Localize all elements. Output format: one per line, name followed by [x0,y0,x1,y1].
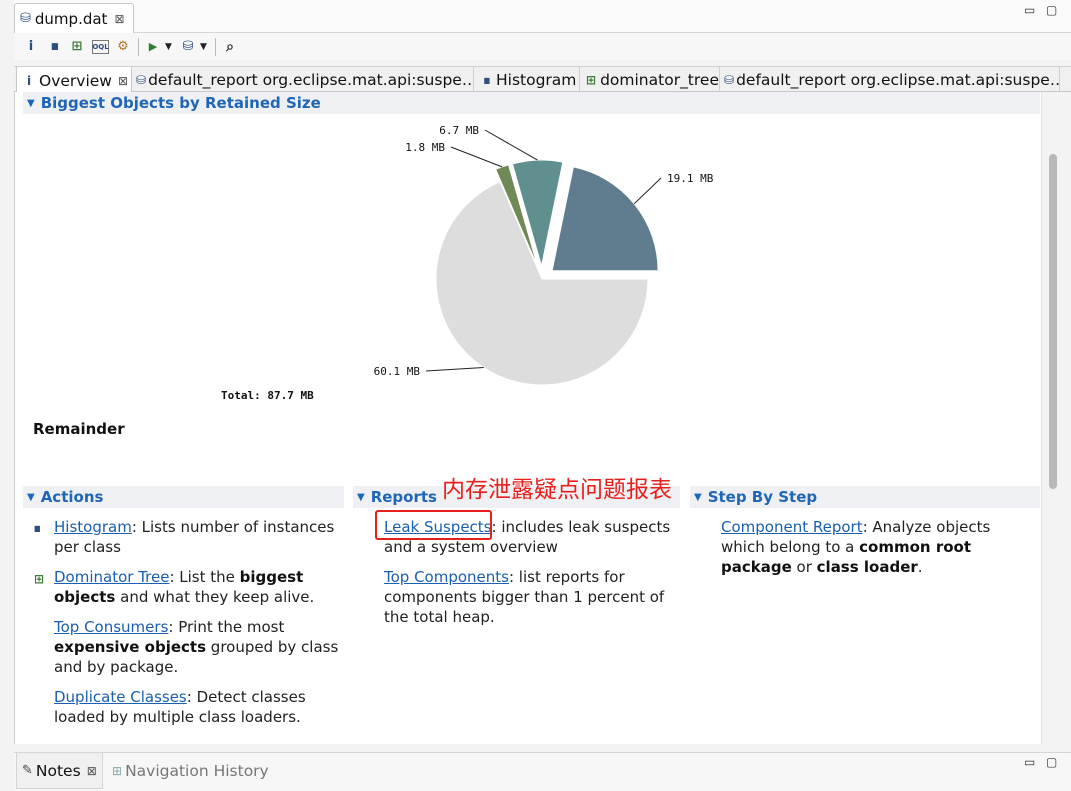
tab-default-report-2[interactable]: ⛁ default_report org.eclipse.mat.api:sus… [720,67,1060,93]
section-title: Biggest Objects by Retained Size [40,94,321,112]
report-icon: ⛁ [724,73,735,87]
bottom-panel: ✎ Notes ⊠ ⊞ Navigation History ▭ ▢ [14,752,1071,791]
step-description: or [791,558,817,576]
scrollbar-thumb[interactable] [1049,154,1057,489]
editor-tab-bar: ⛁ dump.dat ⊠ ▭ ▢ [14,0,1071,33]
eclipse-mat-window: ⛁ dump.dat ⊠ ▭ ▢ i ▮▮ ⊞ OQL ⚙ ▶ ▼ ⛁ ▼ ⌕ … [0,0,1071,791]
tab-label: Navigation History [125,762,269,780]
action-dominator-tree: ⊞ Dominator Tree: List the biggest objec… [34,567,344,607]
pie-leader-line [425,367,484,372]
step-emphasis: class loader [816,558,918,576]
pie-slice-label: 6.7 MB [439,124,479,137]
step-description: . [917,558,923,576]
action-emphasis: expensive objects [54,638,207,656]
pie-total-label: Total: 87.7 MB [221,389,314,402]
report-top-components: Top Components: list reports for compone… [384,567,674,627]
retained-size-pie-chart: 19.1 MB 6.7 MB 1.8 MB 60.1 MB [374,124,714,386]
duplicate-classes-link[interactable]: Duplicate Classes [54,688,187,706]
query-browser-dropdown[interactable]: ▼ [200,42,212,52]
histogram-icon: ▮▮ [34,524,41,533]
section-title: Actions [40,488,104,506]
search-icon[interactable]: ⌕ [219,36,241,58]
annotation-label: 内存泄露疑点问题报表 [442,477,672,503]
actions-list: ▮▮ Histogram: Lists number of instances … [34,517,344,737]
histogram-link[interactable]: Histogram [54,518,132,536]
collapse-triangle-icon: ▼ [694,491,702,503]
dominator-tree-icon: ⊞ [586,73,597,87]
remainder-label: Remainder [33,420,125,438]
editor-tab-dump-dat[interactable]: ⛁ dump.dat ⊠ [14,3,134,33]
step-by-step-list: Component Report: Analyze objects which … [721,517,1037,587]
run-report-dropdown[interactable]: ▼ [165,42,177,52]
action-description: : List the [169,568,240,586]
overview-content: ▼ Biggest Objects by Retained Size 19.1 … [14,92,1041,744]
close-icon[interactable]: ⊠ [114,12,124,26]
editor-toolbar: i ▮▮ ⊞ OQL ⚙ ▶ ▼ ⛁ ▼ ⌕ [14,33,1071,60]
tab-label: Notes [35,761,81,780]
minimize-button[interactable]: ▭ [1024,755,1035,769]
pie-leader-line [450,146,503,168]
tab-dominator-tree[interactable]: ⊞ dominator_tree [580,67,720,93]
tab-navigation-history[interactable]: ⊞ Navigation History [112,753,269,789]
maximize-button[interactable]: ▢ [1046,755,1057,769]
oql-icon[interactable]: OQL [92,39,109,54]
pie-slice-label: 1.8 MB [405,141,445,154]
collapse-triangle-icon: ▼ [27,97,35,109]
action-description: and what they keep alive. [115,588,315,606]
editor-tab-title: dump.dat [34,9,108,28]
action-histogram: ▮▮ Histogram: Lists number of instances … [34,517,344,557]
report-icon: ⛁ [136,73,147,87]
collapse-triangle-icon: ▼ [357,491,365,503]
tab-histogram[interactable]: ▮▮ Histogram [474,67,580,93]
pie-slice[interactable] [551,166,659,272]
toolbar-separator [138,37,139,56]
pie-slice-label: 19.1 MB [667,172,714,185]
tab-default-report-1[interactable]: ⛁ default_report org.eclipse.mat.api:sus… [132,67,474,93]
close-icon[interactable]: ⊠ [118,74,128,88]
run-report-icon[interactable]: ▶ [142,36,164,58]
section-step-by-step-header[interactable]: ▼ Step By Step [690,486,1040,508]
action-top-consumers: Top Consumers: Print the most expensive … [54,617,344,677]
step-component-report: Component Report: Analyze objects which … [721,517,1037,577]
tab-notes[interactable]: ✎ Notes ⊠ [16,753,103,789]
notes-icon: ✎ [22,763,33,778]
tab-label: default_report org.eclipse.mat.api:suspe… [148,71,474,89]
action-description: : Print the most [168,618,285,636]
section-title: Reports [370,488,437,506]
collapse-triangle-icon: ▼ [27,491,35,503]
histogram-icon[interactable]: ▮▮ [43,36,65,58]
pie-leader-line [484,129,538,161]
annotation-highlight-box [375,510,492,540]
histogram-icon: ▮▮ [483,75,491,85]
info-icon[interactable]: i [20,36,42,58]
dominator-tree-icon[interactable]: ⊞ [66,36,88,58]
top-components-link[interactable]: Top Components [384,568,509,586]
database-icon: ⛁ [20,11,31,26]
tab-label: default_report org.eclipse.mat.api:suspe… [736,71,1060,89]
info-icon: i [26,73,32,88]
tab-overview[interactable]: i Overview ⊠ [16,67,132,94]
dominator-tree-link[interactable]: Dominator Tree [54,568,169,586]
toolbar-separator [215,37,216,56]
query-browser-icon[interactable]: ⛁ [177,36,199,58]
close-icon[interactable]: ⊠ [87,764,97,778]
vertical-scrollbar[interactable] [1041,92,1063,744]
minimize-button[interactable]: ▭ [1024,3,1035,17]
navigation-history-icon: ⊞ [112,764,123,778]
result-tab-bar: i Overview ⊠ ⛁ default_report org.eclips… [14,66,1071,94]
pie-leader-line [633,177,662,205]
tab-label: Overview [39,71,112,90]
action-duplicate-classes: Duplicate Classes: Detect classes loaded… [54,687,344,727]
tab-label: dominator_tree [600,71,719,89]
top-consumers-link[interactable]: Top Consumers [54,618,168,636]
section-title: Step By Step [707,488,818,506]
dominator-tree-icon: ⊞ [34,572,45,586]
section-actions-header[interactable]: ▼ Actions [23,486,344,508]
pie-slice-label: 60.1 MB [374,365,421,378]
component-report-link[interactable]: Component Report [721,518,863,536]
maximize-button[interactable]: ▢ [1046,3,1057,17]
heap-dump-overview-icon[interactable]: ⚙ [112,36,134,58]
tab-label: Histogram [496,71,577,89]
section-biggest-objects-header[interactable]: ▼ Biggest Objects by Retained Size [23,92,1040,114]
